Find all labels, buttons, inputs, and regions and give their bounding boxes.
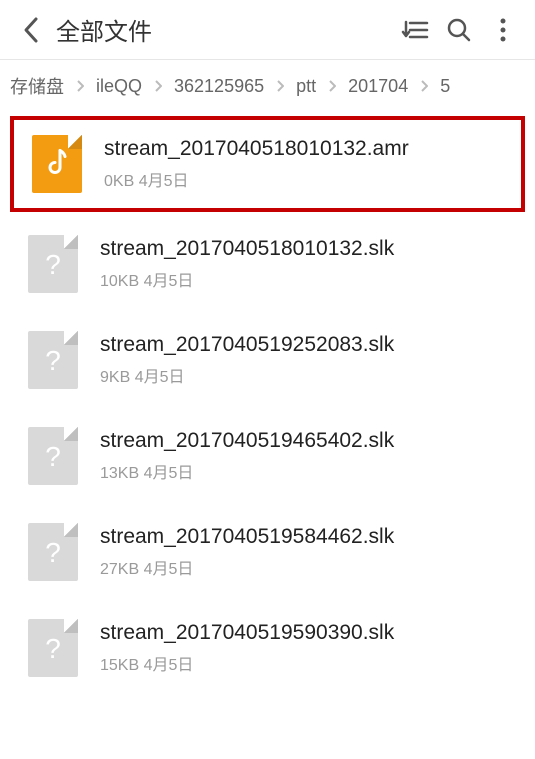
unknown-file-icon: ? (28, 331, 78, 389)
unknown-file-icon: ? (28, 427, 78, 485)
question-icon: ? (45, 441, 61, 473)
breadcrumb[interactable]: 存储盘 ileQQ 362125965 ptt 201704 5 (0, 60, 535, 112)
sort-icon (401, 18, 429, 42)
more-button[interactable] (481, 10, 525, 50)
file-name: stream_2017040518010132.amr (104, 137, 511, 161)
more-icon (499, 17, 507, 43)
music-note-icon (46, 148, 68, 183)
toolbar: 全部文件 (0, 0, 535, 60)
file-meta: 10KB 4月5日 (100, 267, 517, 291)
file-item[interactable]: ? stream_2017040519465402.slk 13KB 4月5日 (0, 408, 535, 504)
unknown-file-icon: ? (28, 619, 78, 677)
file-meta: 0KB 4月5日 (104, 167, 511, 191)
question-icon: ? (45, 249, 61, 281)
search-icon (446, 17, 472, 43)
chevron-right-icon (144, 80, 172, 92)
file-name: stream_2017040519465402.slk (100, 429, 517, 453)
back-icon (21, 16, 39, 44)
question-icon: ? (45, 345, 61, 377)
file-info: stream_2017040519252083.slk 9KB 4月5日 (100, 333, 517, 387)
crumb-item[interactable]: 5 (438, 76, 452, 97)
question-icon: ? (45, 633, 61, 665)
file-name: stream_2017040518010132.slk (100, 237, 517, 261)
unknown-file-icon: ? (28, 523, 78, 581)
audio-file-icon (32, 135, 82, 193)
file-info: stream_2017040518010132.amr 0KB 4月5日 (104, 137, 511, 191)
file-item[interactable]: ? stream_2017040519590390.slk 15KB 4月5日 (0, 600, 535, 696)
file-info: stream_2017040519465402.slk 13KB 4月5日 (100, 429, 517, 483)
file-meta: 13KB 4月5日 (100, 459, 517, 483)
back-button[interactable] (10, 10, 50, 50)
page-title: 全部文件 (56, 12, 393, 47)
file-item[interactable]: stream_2017040518010132.amr 0KB 4月5日 (10, 116, 525, 212)
file-item[interactable]: ? stream_2017040518010132.slk 10KB 4月5日 (0, 216, 535, 312)
file-item[interactable]: ? stream_2017040519252083.slk 9KB 4月5日 (0, 312, 535, 408)
file-meta: 15KB 4月5日 (100, 651, 517, 675)
crumb-item[interactable]: 存储盘 (8, 73, 66, 99)
crumb-item[interactable]: 201704 (346, 76, 410, 97)
file-name: stream_2017040519252083.slk (100, 333, 517, 357)
file-list: stream_2017040518010132.amr 0KB 4月5日? stre… (0, 116, 535, 696)
file-info: stream_2017040519584462.slk 27KB 4月5日 (100, 525, 517, 579)
file-info: stream_2017040518010132.slk 10KB 4月5日 (100, 237, 517, 291)
file-info: stream_2017040519590390.slk 15KB 4月5日 (100, 621, 517, 675)
sort-button[interactable] (393, 10, 437, 50)
question-icon: ? (45, 537, 61, 569)
chevron-right-icon (410, 80, 438, 92)
file-meta: 9KB 4月5日 (100, 363, 517, 387)
crumb-item[interactable]: 362125965 (172, 76, 266, 97)
file-name: stream_2017040519584462.slk (100, 525, 517, 549)
crumb-item[interactable]: ileQQ (94, 76, 144, 97)
file-meta: 27KB 4月5日 (100, 555, 517, 579)
chevron-right-icon (318, 80, 346, 92)
chevron-right-icon (66, 80, 94, 92)
crumb-item[interactable]: ptt (294, 76, 318, 97)
unknown-file-icon: ? (28, 235, 78, 293)
file-name: stream_2017040519590390.slk (100, 621, 517, 645)
file-item[interactable]: ? stream_2017040519584462.slk 27KB 4月5日 (0, 504, 535, 600)
search-button[interactable] (437, 10, 481, 50)
chevron-right-icon (266, 80, 294, 92)
